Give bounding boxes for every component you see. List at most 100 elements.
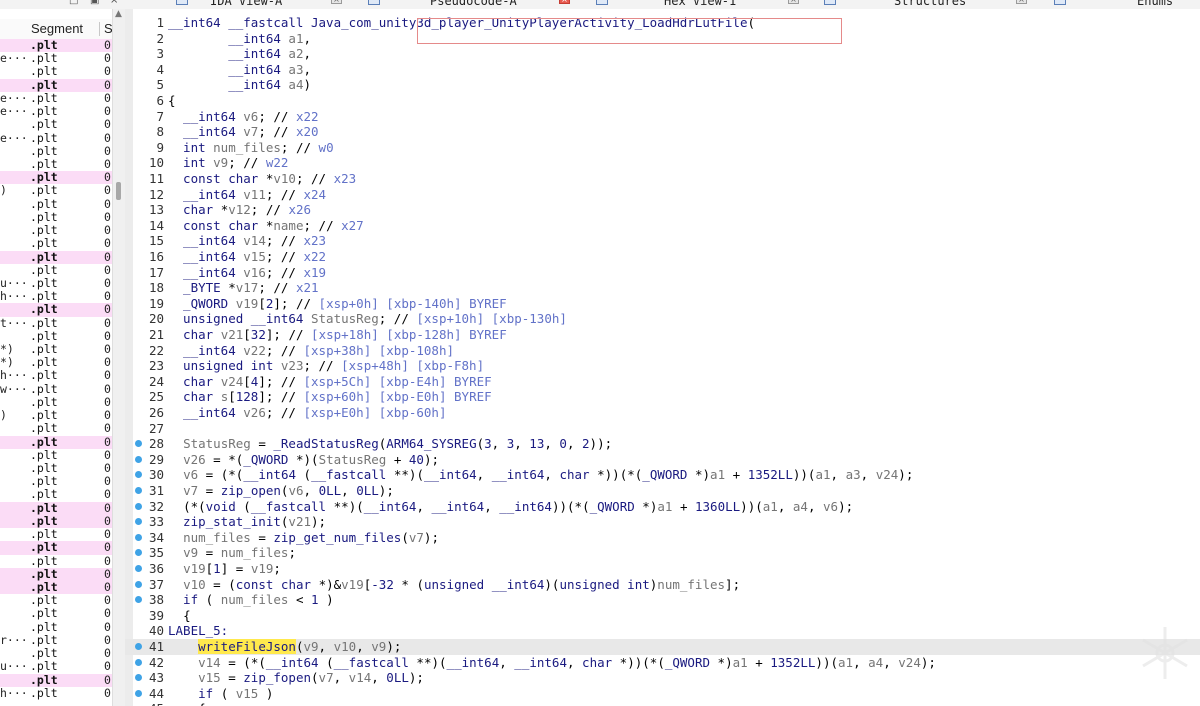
- segment-row[interactable]: .plt 0: [0, 78, 112, 92]
- segment-row[interactable]: .plt 0: [0, 144, 112, 158]
- code-text[interactable]: v15 = zip_fopen(v7, v14, 0LL);: [168, 670, 424, 686]
- scroll-up-icon[interactable]: ▲: [115, 9, 122, 19]
- code-line[interactable]: 22 __int64 v22; // [xsp+38h] [xbp-108h]: [125, 343, 1200, 359]
- tab-hex-view-1[interactable]: Hex View-1 ×: [592, 0, 807, 9]
- code-line[interactable]: 21 char v21[32]; // [xsp+18h] [xbp-128h]…: [125, 327, 1200, 343]
- code-line[interactable]: 41 writeFileJson(v9, v10, v9);: [125, 639, 1200, 655]
- segment-row[interactable]: u··· .plt 0: [0, 660, 112, 673]
- tab-enums[interactable]: Enums: [1050, 0, 1200, 9]
- code-text[interactable]: __int64 v6; // x22: [168, 109, 319, 125]
- segment-row[interactable]: .plt 0: [0, 554, 112, 568]
- code-line[interactable]: 25 char s[128]; // [xsp+60h] [xbp-E0h] B…: [125, 389, 1200, 405]
- code-line[interactable]: 30 v6 = (*(__int64 (__fastcall **)(__int…: [125, 467, 1200, 483]
- code-text[interactable]: __int64 v11; // x24: [168, 187, 326, 203]
- code-text[interactable]: int num_files; // w0: [168, 140, 334, 156]
- code-text[interactable]: char v21[32]; // [xsp+18h] [xbp-128h] BY…: [168, 327, 507, 343]
- code-line[interactable]: 16 __int64 v15; // x22: [125, 249, 1200, 265]
- close-window-icon[interactable]: ×: [110, 0, 118, 6]
- code-line[interactable]: 11 const char *v10; // x23: [125, 171, 1200, 187]
- tab-structures[interactable]: Structures ×: [820, 0, 1035, 9]
- code-text[interactable]: __int64 v15; // x22: [168, 249, 326, 265]
- code-text[interactable]: {: [168, 701, 206, 706]
- code-line[interactable]: 31 v7 = zip_open(v6, 0LL, 0LL);: [125, 483, 1200, 499]
- code-line[interactable]: 44 if ( v15 ): [125, 686, 1200, 702]
- code-text[interactable]: int v9; // w22: [168, 155, 288, 171]
- code-line[interactable]: 38 if ( num_files < 1 ): [125, 592, 1200, 608]
- code-line[interactable]: 18 _BYTE *v17; // x21: [125, 280, 1200, 296]
- code-line[interactable]: 26 __int64 v26; // [xsp+E0h] [xbp-60h]: [125, 405, 1200, 421]
- code-text[interactable]: __int64 v26; // [xsp+E0h] [xbp-60h]: [168, 405, 446, 421]
- code-text[interactable]: __int64 a3,: [168, 62, 311, 78]
- code-text[interactable]: unsigned __int64 StatusReg; // [xsp+10h]…: [168, 311, 567, 327]
- pseudocode-view[interactable]: 1 __int64 __fastcall Java_com_unity3d_pla…: [125, 9, 1200, 706]
- segment-row[interactable]: ) .plt 0: [0, 184, 112, 197]
- code-line[interactable]: 33 zip_stat_init(v21);: [125, 514, 1200, 530]
- segment-row[interactable]: .plt 0: [0, 488, 112, 501]
- code-text[interactable]: {: [168, 93, 176, 109]
- code-text[interactable]: char v24[4]; // [xsp+5Ch] [xbp-E4h] BYRE…: [168, 374, 492, 390]
- restore-window-icon[interactable]: □: [69, 0, 78, 6]
- code-text[interactable]: const char *v10; // x23: [168, 171, 356, 187]
- code-line[interactable]: 19 _QWORD v19[2]; // [xsp+0h] [xbp-140h]…: [125, 296, 1200, 312]
- segment-row[interactable]: .plt 0: [0, 422, 112, 435]
- code-line[interactable]: 27: [125, 421, 1200, 437]
- code-text[interactable]: __int64 a1,: [168, 31, 311, 47]
- code-text[interactable]: writeFileJson(v9, v10, v9);: [168, 639, 401, 655]
- code-line[interactable]: 43 v15 = zip_fopen(v7, v14, 0LL);: [125, 670, 1200, 686]
- code-text[interactable]: char *v12; // x26: [168, 202, 311, 218]
- code-text[interactable]: StatusReg = _ReadStatusReg(ARM64_SYSREG(…: [168, 436, 612, 452]
- code-text[interactable]: if ( v15 ): [168, 686, 273, 702]
- segment-row[interactable]: t··· .plt 0: [0, 316, 112, 330]
- code-line[interactable]: 40 LABEL_5:: [125, 623, 1200, 639]
- code-line[interactable]: 42 v14 = (*(__int64 (__fastcall **)(__in…: [125, 655, 1200, 671]
- code-text[interactable]: const char *name; // x27: [168, 218, 364, 234]
- code-text[interactable]: zip_stat_init(v21);: [168, 514, 326, 530]
- code-line[interactable]: 23 unsigned int v23; // [xsp+48h] [xbp-F…: [125, 358, 1200, 374]
- code-line[interactable]: 13 char *v12; // x26: [125, 202, 1200, 218]
- code-text[interactable]: _BYTE *v17; // x21: [168, 280, 319, 296]
- code-text[interactable]: _QWORD v19[2]; // [xsp+0h] [xbp-140h] BY…: [168, 296, 507, 312]
- code-text[interactable]: LABEL_5:: [168, 623, 228, 639]
- column-divider[interactable]: [99, 22, 100, 36]
- code-text[interactable]: v26 = *(_QWORD *)(StatusReg + 40);: [168, 452, 439, 468]
- code-line[interactable]: 15 __int64 v14; // x23: [125, 233, 1200, 249]
- code-line[interactable]: 45 {: [125, 701, 1200, 706]
- code-line[interactable]: 36 v19[1] = v19;: [125, 561, 1200, 577]
- code-text[interactable]: __int64 a4): [168, 77, 311, 93]
- code-line[interactable]: 17 __int64 v16; // x19: [125, 265, 1200, 281]
- segment-column-header[interactable]: Segment: [31, 21, 83, 36]
- code-line[interactable]: 28 StatusReg = _ReadStatusReg(ARM64_SYSR…: [125, 436, 1200, 452]
- tab-ida-view-a[interactable]: IDA View-A ×: [170, 0, 360, 9]
- close-tab-icon[interactable]: ×: [331, 0, 342, 4]
- code-text[interactable]: char s[128]; // [xsp+60h] [xbp-E0h] BYRE…: [168, 389, 492, 405]
- segment-row[interactable]: .plt 0: [0, 237, 112, 250]
- code-line[interactable]: 29 v26 = *(_QWORD *)(StatusReg + 40);: [125, 452, 1200, 468]
- close-tab-icon[interactable]: ×: [788, 0, 799, 4]
- code-line[interactable]: 12 __int64 v11; // x24: [125, 187, 1200, 203]
- code-text[interactable]: v14 = (*(__int64 (__fastcall **)(__int64…: [168, 655, 936, 671]
- tab-pseudocode-a[interactable]: Pseudocode-A ×: [362, 0, 577, 9]
- close-tab-icon[interactable]: ×: [1016, 0, 1027, 4]
- code-text[interactable]: v6 = (*(__int64 (__fastcall **)(__int64,…: [168, 467, 913, 483]
- code-text[interactable]: unsigned int v23; // [xsp+48h] [xbp-F8h]: [168, 358, 484, 374]
- segment-row[interactable]: .plt 0: [0, 435, 112, 449]
- segment-row[interactable]: .plt 0: [0, 673, 112, 687]
- segments-scrollbar[interactable]: ▲: [112, 9, 125, 706]
- code-line[interactable]: 9 int num_files; // w0: [125, 140, 1200, 156]
- code-line[interactable]: 32 (*(void (__fastcall **)(__int64, __in…: [125, 499, 1200, 515]
- segment-row[interactable]: .plt 0: [0, 65, 112, 78]
- code-line[interactable]: 35 v9 = num_files;: [125, 545, 1200, 561]
- segment-row[interactable]: .plt 0: [0, 620, 112, 634]
- code-line[interactable]: 8 __int64 v7; // x20: [125, 124, 1200, 140]
- scrollbar-thumb[interactable]: [116, 182, 121, 200]
- code-text[interactable]: __int64 v14; // x23: [168, 233, 326, 249]
- segment-row[interactable]: .plt 0: [0, 250, 112, 264]
- code-text[interactable]: __int64 v16; // x19: [168, 265, 326, 281]
- segment-row[interactable]: .plt 0: [0, 197, 112, 211]
- code-line[interactable]: 7 __int64 v6; // x22: [125, 109, 1200, 125]
- segment-row[interactable]: .plt 0: [0, 567, 112, 581]
- segment-row[interactable]: .plt 0: [0, 303, 112, 317]
- code-text[interactable]: (*(void (__fastcall **)(__int64, __int64…: [168, 499, 853, 515]
- code-text[interactable]: {: [168, 608, 191, 624]
- code-text[interactable]: v19[1] = v19;: [168, 561, 281, 577]
